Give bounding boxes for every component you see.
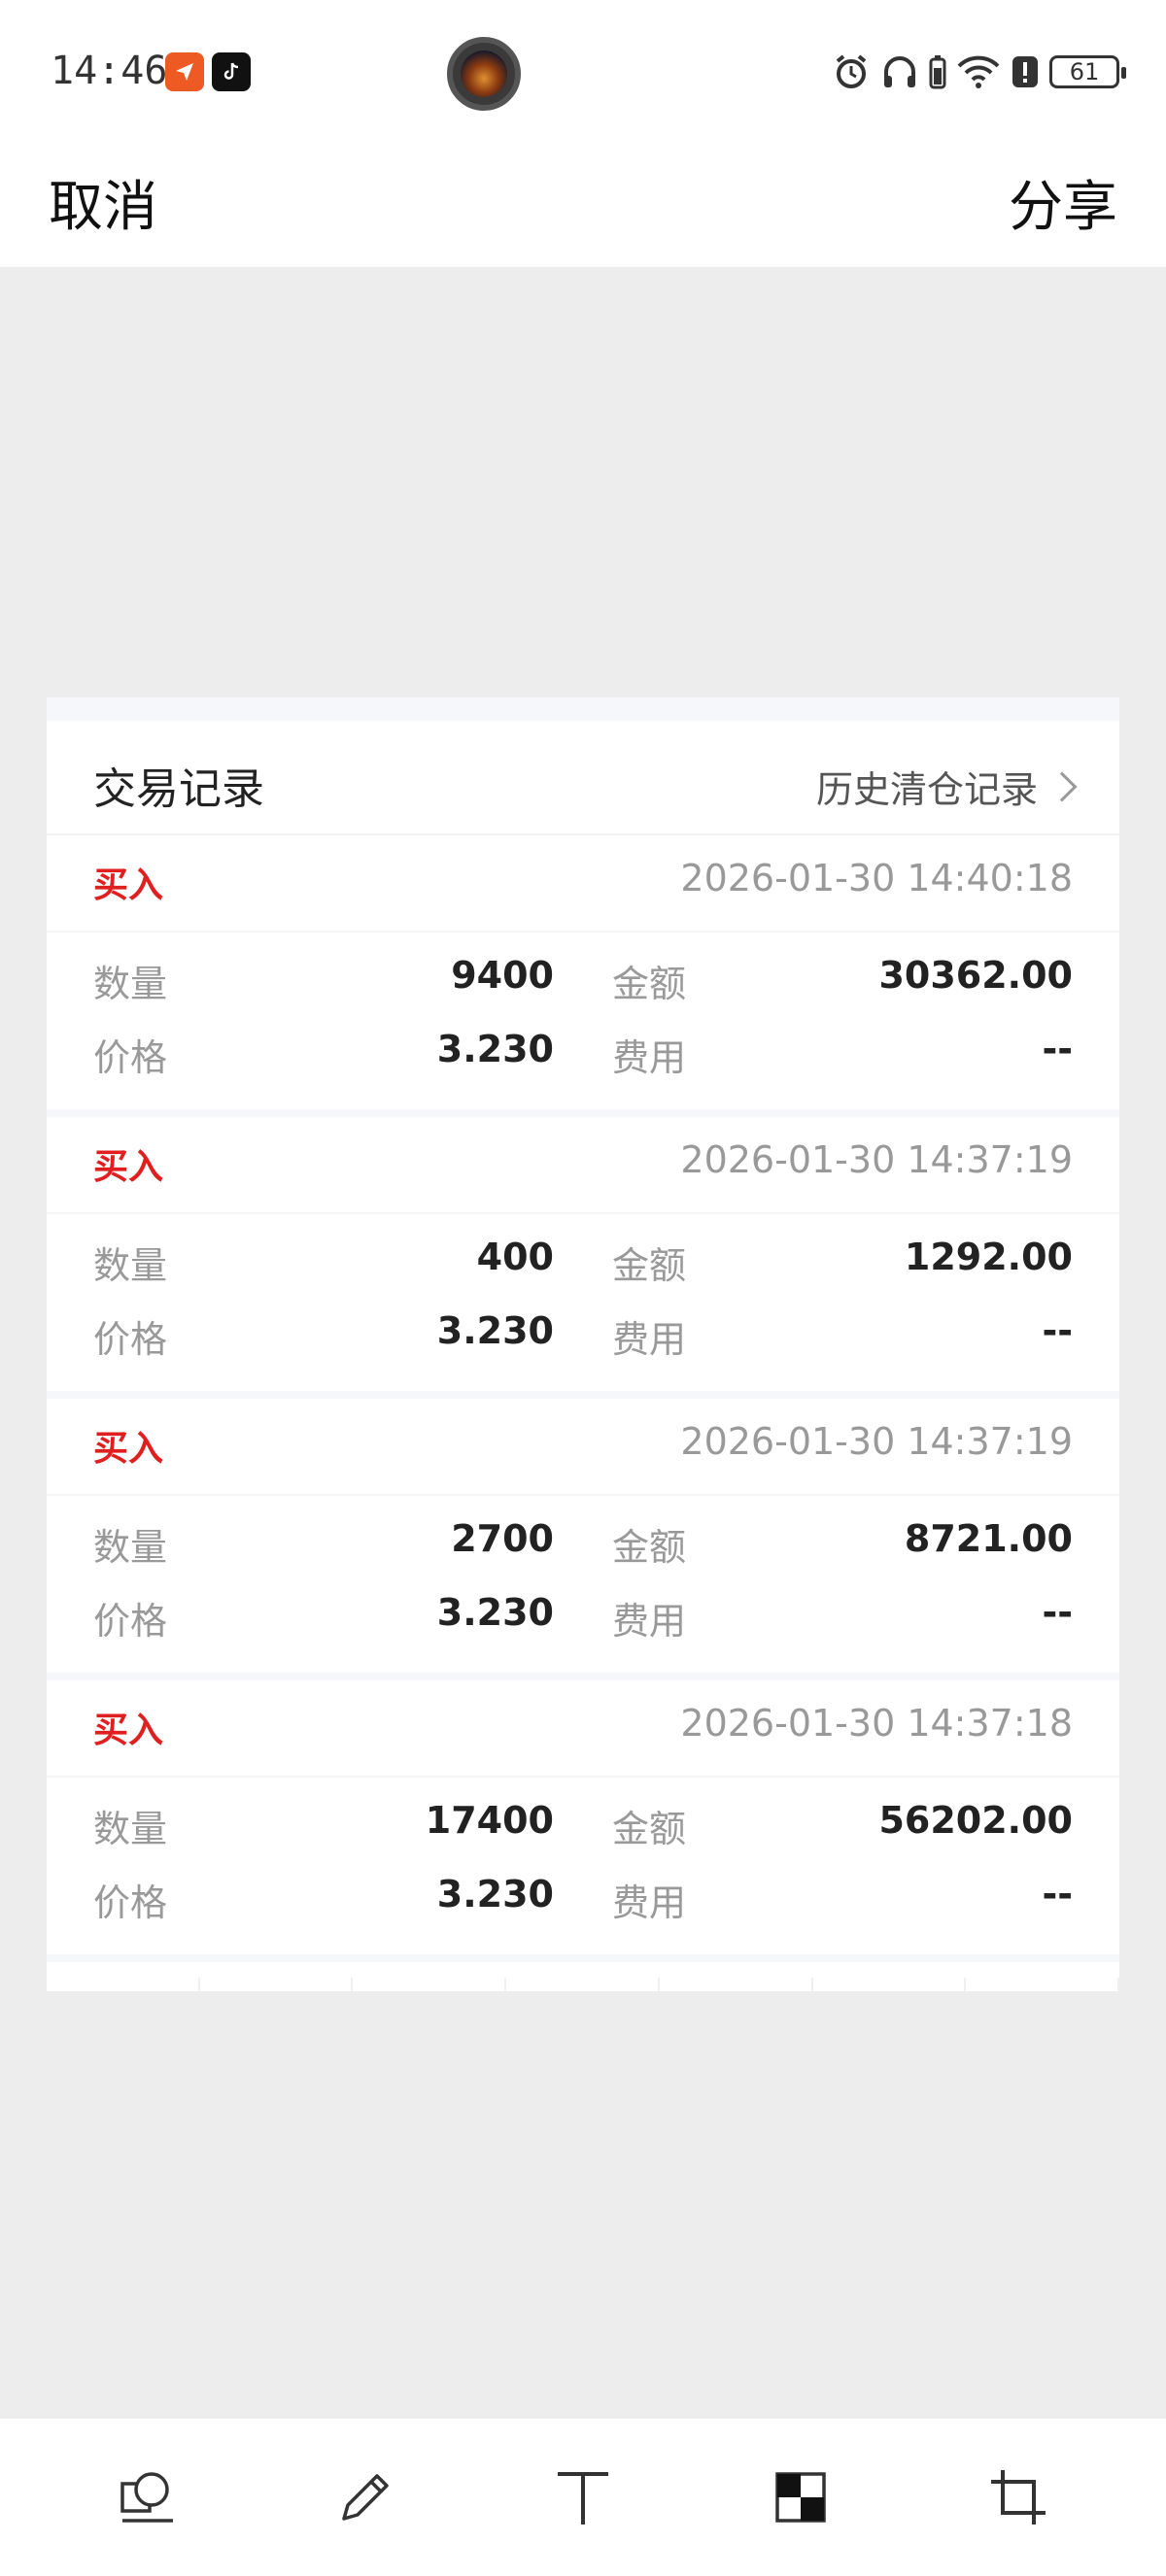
card-top-strip xyxy=(47,697,1119,721)
quantity-label: 数量 xyxy=(93,963,168,1005)
fee-label: 费用 xyxy=(612,1881,687,1924)
history-clearance-link[interactable]: 历史清仓记录 xyxy=(815,760,1078,813)
wifi-icon xyxy=(957,55,1000,88)
fee-value: -- xyxy=(1042,1309,1073,1352)
battery-indicator: 61 xyxy=(1049,55,1126,88)
trade-time: 2026-01-30 14:37:18 xyxy=(680,1702,1073,1745)
share-button[interactable]: 分享 xyxy=(1009,163,1117,242)
amount-value: 1292.00 xyxy=(904,1236,1073,1278)
trade-type: 买入 xyxy=(93,865,164,905)
card-header: 交易记录 历史清仓记录 xyxy=(47,721,1119,835)
quantity-label: 数量 xyxy=(93,1808,168,1850)
trade-record: 买入 2026-01-30 14:37:19 数量 400 金额 1292.00… xyxy=(47,1117,1119,1399)
trade-time: 2026-01-30 14:40:18 xyxy=(680,857,1073,899)
cancel-button[interactable]: 取消 xyxy=(49,163,157,242)
card-footer-columns xyxy=(47,1978,1119,1991)
amount-value: 8721.00 xyxy=(904,1517,1073,1560)
status-bar: 14:46 61 xyxy=(0,0,1166,146)
system-icons: 61 xyxy=(832,52,1126,91)
screenshot-preview-card: 交易记录 历史清仓记录 买入 2026-01-30 14:40:18 数量 94… xyxy=(47,697,1119,1991)
divider xyxy=(47,1494,1119,1496)
edit-toolbar xyxy=(0,2419,1166,2576)
trade-type: 买入 xyxy=(93,1711,164,1750)
shape-icon[interactable] xyxy=(109,2458,187,2536)
tiktok-app-icon xyxy=(212,52,251,91)
quantity-label: 数量 xyxy=(93,1244,168,1287)
price-value: 3.230 xyxy=(436,1028,554,1070)
price-label: 价格 xyxy=(93,1600,168,1643)
status-time: 14:46 xyxy=(51,49,168,93)
quantity-value: 17400 xyxy=(425,1799,554,1842)
fee-value: -- xyxy=(1042,1873,1073,1915)
fee-value: -- xyxy=(1042,1591,1073,1634)
trade-time: 2026-01-30 14:37:19 xyxy=(680,1138,1073,1181)
history-link-label: 历史清仓记录 xyxy=(815,768,1038,811)
price-label: 价格 xyxy=(93,1036,168,1079)
small-battery-icon xyxy=(929,55,946,89)
amount-label: 金额 xyxy=(612,1808,687,1850)
quantity-value: 9400 xyxy=(451,954,554,997)
price-value: 3.230 xyxy=(436,1873,554,1915)
fee-label: 费用 xyxy=(612,1318,687,1361)
amount-label: 金额 xyxy=(612,963,687,1005)
amount-label: 金额 xyxy=(612,1526,687,1569)
price-value: 3.230 xyxy=(436,1309,554,1352)
divider xyxy=(47,1212,1119,1214)
top-bar: 取消 分享 xyxy=(0,146,1166,267)
trade-record: 买入 2026-01-30 14:40:18 数量 9400 金额 30362.… xyxy=(47,835,1119,1117)
page-title: 交易记录 xyxy=(93,764,264,814)
alarm-icon xyxy=(836,54,867,88)
chevron-right-icon xyxy=(1046,770,1078,802)
pencil-icon[interactable] xyxy=(326,2458,404,2536)
crop-icon[interactable] xyxy=(979,2458,1057,2536)
amount-value: 30362.00 xyxy=(878,954,1073,997)
trade-record: 买入 2026-01-30 14:37:18 数量 17400 金额 56202… xyxy=(47,1680,1119,1962)
amount-label: 金额 xyxy=(612,1244,687,1287)
quantity-value: 2700 xyxy=(451,1517,554,1560)
quantity-value: 400 xyxy=(476,1236,554,1278)
trade-type: 买入 xyxy=(93,1429,164,1469)
price-value: 3.230 xyxy=(436,1591,554,1634)
trade-type: 买入 xyxy=(93,1147,164,1187)
battery-level: 61 xyxy=(1069,58,1100,85)
paper-plane-app-icon xyxy=(165,52,204,91)
trade-record: 买入 2026-01-30 14:37:19 数量 2700 金额 8721.0… xyxy=(47,1399,1119,1680)
trade-time: 2026-01-30 14:37:19 xyxy=(680,1420,1073,1463)
alert-icon xyxy=(1012,56,1038,87)
fee-label: 费用 xyxy=(612,1036,687,1079)
fee-value: -- xyxy=(1042,1028,1073,1070)
price-label: 价格 xyxy=(93,1318,168,1361)
divider xyxy=(47,1776,1119,1778)
headphones-icon xyxy=(884,56,915,87)
mosaic-icon[interactable] xyxy=(762,2458,840,2536)
avatar[interactable] xyxy=(447,37,521,111)
divider xyxy=(47,931,1119,932)
fee-label: 费用 xyxy=(612,1600,687,1643)
quantity-label: 数量 xyxy=(93,1526,168,1569)
text-icon[interactable] xyxy=(544,2458,622,2536)
amount-value: 56202.00 xyxy=(878,1799,1073,1842)
price-label: 价格 xyxy=(93,1881,168,1924)
